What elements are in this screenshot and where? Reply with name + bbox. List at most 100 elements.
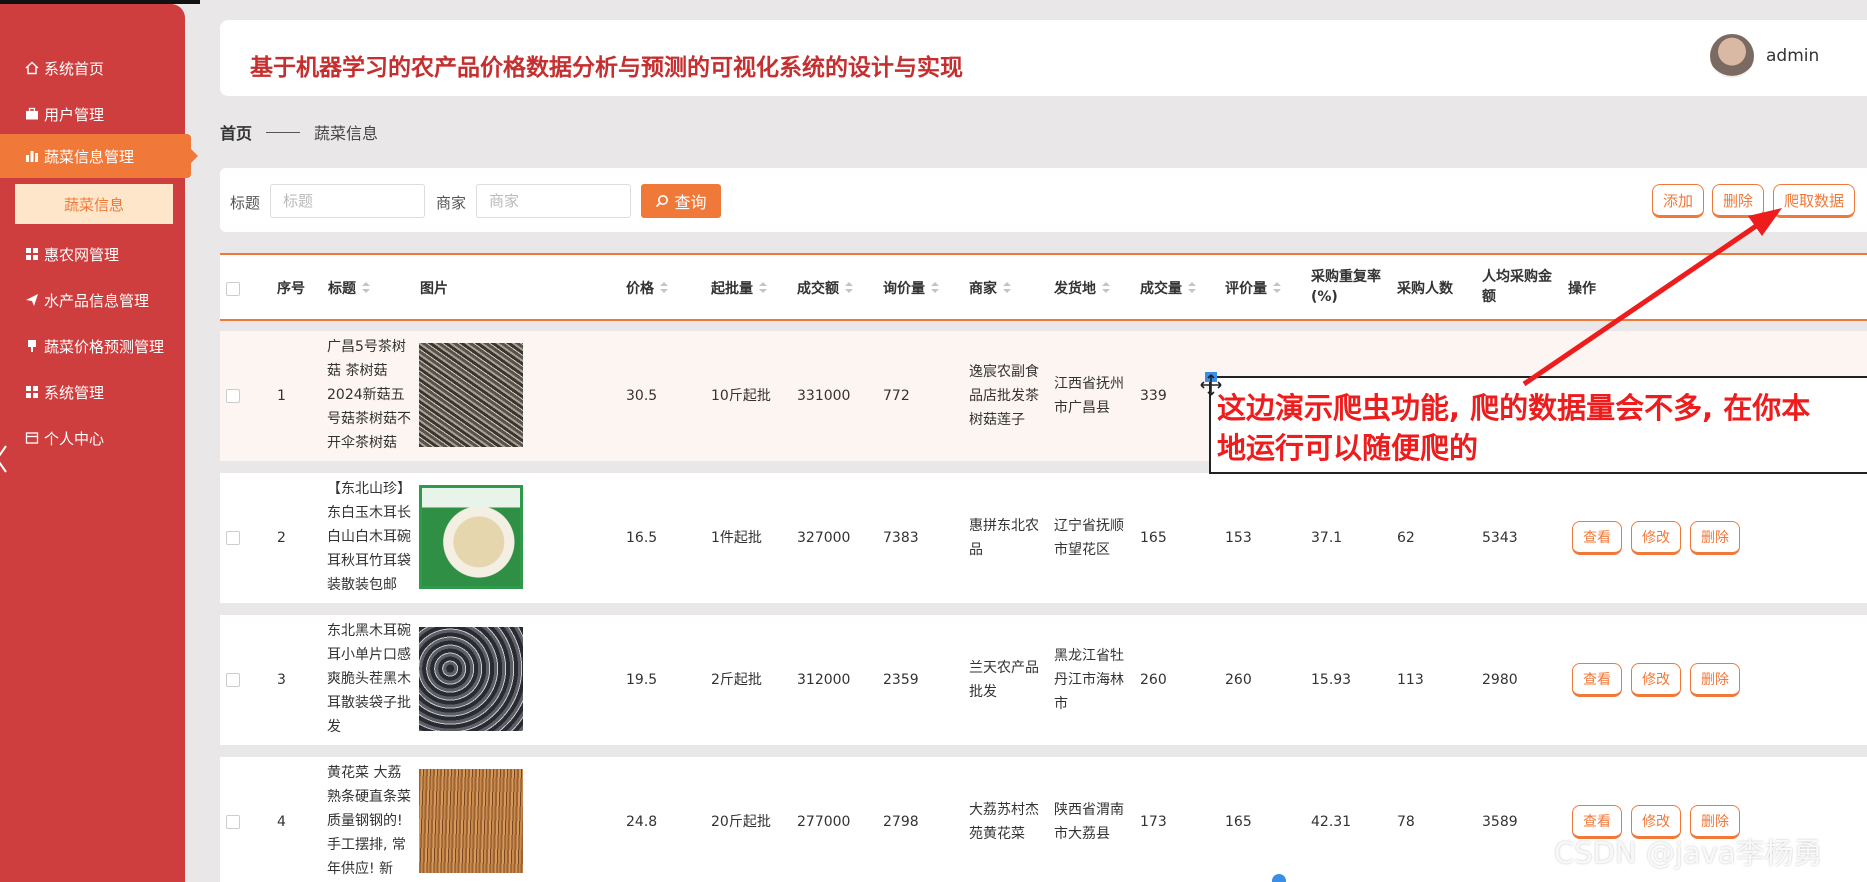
table-row[interactable]: 2 【东北山珍】东白玉木耳长白山白木耳碗耳秋耳竹耳袋装散装包邮 16.5 1件起… xyxy=(220,473,1867,603)
cell-inquiries: 2359 xyxy=(883,672,919,688)
col-merchant[interactable]: 商家 xyxy=(969,279,1011,299)
sort-icon[interactable] xyxy=(660,282,668,294)
col-price[interactable]: 价格 xyxy=(626,279,668,299)
sort-icon[interactable] xyxy=(931,282,939,294)
sidebar-item-profile[interactable]: 个人中心 xyxy=(0,416,185,460)
row-checkbox[interactable] xyxy=(226,531,240,545)
sidebar-item-label: 个人中心 xyxy=(44,429,105,448)
sidebar-item-label: 蔬菜价格预测管理 xyxy=(44,337,165,356)
col-reviews[interactable]: 评价量 xyxy=(1225,279,1281,299)
col-title[interactable]: 标题 xyxy=(328,279,370,299)
batch-delete-button[interactable]: 删除 xyxy=(1712,184,1764,218)
crawl-data-button[interactable]: 爬取数据 xyxy=(1773,184,1855,218)
submenu-item-vegetable-info[interactable]: 蔬菜信息 xyxy=(15,184,173,224)
cell-price: 16.5 xyxy=(626,530,658,546)
page-title: 基于机器学习的农产品价格数据分析与预测的可视化系统的设计与实现 xyxy=(250,55,963,81)
cell-title: 黄花菜 大荔熟条硬直条菜质量钢钢的!手工摆排, 常年供应! 新 xyxy=(327,765,411,877)
cell-merchant: 大荔苏村杰苑黄花菜 xyxy=(969,802,1039,842)
pin-icon xyxy=(24,338,40,354)
breadcrumb-current: 蔬菜信息 xyxy=(314,124,379,143)
col-origin[interactable]: 发货地 xyxy=(1054,279,1110,299)
annotation-callout: 这边演示爬虫功能, 爬的数据量会不多, 在你本 地运行可以随便爬的 xyxy=(1209,376,1867,474)
sort-icon[interactable] xyxy=(1273,282,1281,294)
cell-origin: 陕西省渭南市大荔县 xyxy=(1054,802,1124,842)
cell-per-capita: 2980 xyxy=(1482,672,1518,688)
cell-title: 【东北山珍】东白玉木耳长白山白木耳碗耳秋耳竹耳袋装散装包邮 xyxy=(327,481,411,593)
delete-button[interactable]: 删除 xyxy=(1690,521,1740,555)
cell-reviews: 165 xyxy=(1225,814,1252,830)
sort-icon[interactable] xyxy=(1188,282,1196,294)
query-button[interactable]: 查询 xyxy=(641,184,721,218)
cell-min-order: 1件起批 xyxy=(711,530,762,546)
col-volume[interactable]: 成交量 xyxy=(1140,279,1196,299)
search-bar: 标题 标题 商家 商家 查询 添加 删除 爬取数据 xyxy=(220,168,1867,232)
cell-per-capita: 5343 xyxy=(1482,530,1518,546)
cell-buyers: 113 xyxy=(1397,672,1424,688)
sidebar-item-users[interactable]: 用户管理 xyxy=(0,92,185,136)
sidebar-item-label: 用户管理 xyxy=(44,105,105,124)
cell-buyers: 62 xyxy=(1397,530,1415,546)
delete-button[interactable]: 删除 xyxy=(1690,663,1740,697)
avatar[interactable] xyxy=(1710,34,1754,78)
chevron-left-icon[interactable] xyxy=(0,444,8,482)
view-button[interactable]: 查看 xyxy=(1572,521,1622,555)
scroll-indicator[interactable] xyxy=(1272,874,1286,882)
sidebar: 系统首页 用户管理 蔬菜信息管理 蔬菜信息 惠农网管理 水产品信息管理 蔬菜价格… xyxy=(0,4,198,882)
col-min-order[interactable]: 起批量 xyxy=(711,279,767,299)
cell-no: 3 xyxy=(277,672,286,688)
sort-icon[interactable] xyxy=(362,282,370,294)
sidebar-item-vegetable-info[interactable]: 蔬菜信息管理 xyxy=(0,134,198,178)
view-button[interactable]: 查看 xyxy=(1572,663,1622,697)
cell-origin: 黑龙江省牡丹江市海林市 xyxy=(1054,648,1124,712)
product-thumbnail[interactable] xyxy=(419,627,523,731)
sort-icon[interactable] xyxy=(759,282,767,294)
title-search-input[interactable]: 标题 xyxy=(270,184,425,218)
sidebar-item-price-forecast[interactable]: 蔬菜价格预测管理 xyxy=(0,324,185,368)
sidebar-item-label: 系统首页 xyxy=(44,59,105,78)
sidebar-item-huinong[interactable]: 惠农网管理 xyxy=(0,232,185,276)
username[interactable]: admin xyxy=(1766,46,1819,66)
home-icon xyxy=(24,60,40,76)
table-row[interactable]: 3 东北黑木耳碗耳小单片口感爽脆头茬黑木耳散装袋子批发 19.5 2斤起批 31… xyxy=(220,615,1867,745)
cell-repurchase: 15.93 xyxy=(1311,672,1352,688)
cell-volume: 165 xyxy=(1140,530,1167,546)
grid-icon xyxy=(24,246,40,262)
bar-chart-icon xyxy=(24,148,40,164)
breadcrumb-home[interactable]: 首页 xyxy=(220,120,252,144)
cell-merchant: 惠拼东北农品 xyxy=(969,518,1039,558)
sidebar-item-label: 惠农网管理 xyxy=(44,245,120,264)
merchant-search-input[interactable]: 商家 xyxy=(476,184,631,218)
sidebar-item-label: 蔬菜信息管理 xyxy=(44,147,135,166)
cell-price: 30.5 xyxy=(626,388,658,404)
cell-turnover: 331000 xyxy=(797,388,851,404)
col-per-capita: 人均采购金额 xyxy=(1482,269,1552,305)
product-thumbnail[interactable] xyxy=(419,769,523,873)
sort-icon[interactable] xyxy=(1102,282,1110,294)
select-all-checkbox[interactable] xyxy=(226,282,240,296)
col-inquiries[interactable]: 询价量 xyxy=(883,279,939,299)
product-thumbnail[interactable] xyxy=(419,343,523,447)
cell-inquiries: 7383 xyxy=(883,530,919,546)
sort-icon[interactable] xyxy=(1003,282,1011,294)
sidebar-item-label: 系统管理 xyxy=(44,383,105,402)
cell-no: 4 xyxy=(277,814,286,830)
sort-icon[interactable] xyxy=(845,282,853,294)
cell-reviews: 153 xyxy=(1225,530,1252,546)
row-checkbox[interactable] xyxy=(226,389,240,403)
col-turnover[interactable]: 成交额 xyxy=(797,279,853,299)
row-checkbox[interactable] xyxy=(226,673,240,687)
cell-per-capita: 3589 xyxy=(1482,814,1518,830)
col-image: 图片 xyxy=(420,281,448,297)
edit-button[interactable]: 修改 xyxy=(1631,663,1681,697)
edit-button[interactable]: 修改 xyxy=(1631,521,1681,555)
sidebar-item-home[interactable]: 系统首页 xyxy=(0,46,185,90)
product-thumbnail[interactable] xyxy=(419,485,523,589)
watermark: CSDN @java李杨勇 xyxy=(1554,836,1823,870)
sidebar-item-aquatic[interactable]: 水产品信息管理 xyxy=(0,278,185,322)
col-actions: 操作 xyxy=(1568,281,1596,297)
annotation-line-2: 地运行可以随便爬的 xyxy=(1217,431,1479,465)
sidebar-item-system[interactable]: 系统管理 xyxy=(0,370,185,414)
add-button[interactable]: 添加 xyxy=(1652,184,1704,218)
cell-price: 19.5 xyxy=(626,672,658,688)
row-checkbox[interactable] xyxy=(226,815,240,829)
